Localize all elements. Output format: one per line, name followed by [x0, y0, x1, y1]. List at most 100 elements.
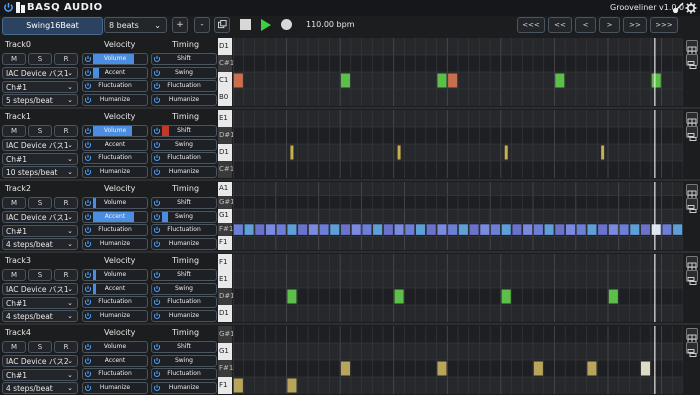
note-cell[interactable]: [287, 378, 297, 393]
note-cell[interactable]: [544, 224, 554, 235]
mute-button[interactable]: M: [2, 269, 26, 281]
nav-back-button[interactable]: <: [575, 17, 596, 33]
midi-device-select[interactable]: IAC Device バス1 ⌄: [2, 67, 78, 79]
note-cell[interactable]: [426, 224, 436, 235]
midi-device-select[interactable]: IAC Device バス1 ⌄: [2, 211, 78, 223]
piano-key[interactable]: F1: [218, 236, 232, 250]
grid-view-button[interactable]: [686, 40, 698, 56]
note-cell[interactable]: [308, 224, 318, 235]
fluctuation-slider[interactable]: Fluctuation: [82, 152, 148, 164]
steps-per-beat-select[interactable]: 4 steps/beat ⌄: [2, 310, 78, 322]
note-cell[interactable]: [651, 73, 661, 88]
note-cell[interactable]: [233, 378, 243, 393]
fluctuation-slider[interactable]: Fluctuation: [82, 80, 148, 92]
note-cell[interactable]: [673, 224, 683, 235]
midi-channel-select[interactable]: Ch#1 ⌄: [2, 153, 78, 165]
shift-slider[interactable]: Shift: [151, 341, 217, 353]
note-cell[interactable]: [533, 224, 543, 235]
note-cell[interactable]: [394, 289, 404, 304]
note-cell[interactable]: [587, 361, 597, 376]
note-cell[interactable]: [244, 224, 254, 235]
beats-select[interactable]: 8 beats ⌄: [104, 17, 167, 33]
note-cell[interactable]: [480, 224, 490, 235]
note-cell[interactable]: [608, 224, 618, 235]
note-cell[interactable]: [490, 224, 501, 235]
remove-beat-button[interactable]: -: [194, 17, 210, 33]
preset-select[interactable]: Swing16Beat: [2, 17, 103, 35]
note-cell[interactable]: [565, 224, 576, 235]
midi-channel-select[interactable]: Ch#1 ⌄: [2, 81, 78, 93]
note-cell[interactable]: [448, 224, 458, 235]
note-cell[interactable]: [437, 73, 447, 88]
note-cell[interactable]: [340, 224, 351, 235]
note-cell[interactable]: [448, 73, 458, 88]
grid-view-button[interactable]: [686, 256, 698, 272]
solo-button[interactable]: S: [28, 53, 52, 65]
note-cell[interactable]: [290, 145, 294, 160]
lane-view-button[interactable]: [686, 198, 698, 213]
piano-key[interactable]: B0: [218, 89, 232, 106]
volume-slider[interactable]: Volume: [82, 197, 148, 209]
note-cell[interactable]: [287, 224, 297, 235]
step-grid[interactable]: [233, 326, 683, 394]
note-cell[interactable]: [287, 289, 297, 304]
note-cell[interactable]: [501, 289, 511, 304]
steps-per-beat-select[interactable]: 4 steps/beat ⌄: [2, 382, 78, 394]
grid-view-button[interactable]: [686, 112, 698, 128]
note-cell[interactable]: [601, 145, 605, 160]
solo-button[interactable]: S: [28, 269, 52, 281]
steps-per-beat-select[interactable]: 4 steps/beat ⌄: [2, 238, 78, 250]
note-cell[interactable]: [608, 289, 618, 304]
step-grid[interactable]: [233, 182, 683, 250]
note-cell[interactable]: [362, 224, 372, 235]
guitar-icon[interactable]: [672, 2, 684, 14]
note-cell[interactable]: [555, 73, 565, 88]
rec-arm-button[interactable]: R: [54, 269, 78, 281]
rec-arm-button[interactable]: R: [54, 197, 78, 209]
solo-button[interactable]: S: [28, 197, 52, 209]
note-cell[interactable]: [255, 224, 265, 235]
note-cell[interactable]: [265, 224, 276, 235]
accent-slider[interactable]: Accent: [82, 66, 148, 79]
note-cell[interactable]: [351, 224, 361, 235]
steps-per-beat-select[interactable]: 10 steps/beat ⌄: [2, 166, 78, 178]
note-cell[interactable]: [662, 224, 672, 235]
stop-button[interactable]: [240, 19, 251, 30]
note-cell[interactable]: [437, 361, 447, 376]
nav-first-button[interactable]: <<<: [517, 17, 545, 33]
piano-key[interactable]: D1: [218, 38, 232, 55]
mute-button[interactable]: M: [2, 197, 26, 209]
piano-key[interactable]: C#1: [218, 55, 234, 72]
note-cell[interactable]: [640, 224, 651, 235]
note-cell[interactable]: [587, 224, 597, 235]
grid-view-button[interactable]: [686, 184, 698, 200]
note-cell[interactable]: [319, 224, 329, 235]
mute-button[interactable]: M: [2, 341, 26, 353]
rec-arm-button[interactable]: R: [54, 341, 78, 353]
rec-arm-button[interactable]: R: [54, 125, 78, 137]
piano-key[interactable]: D1: [218, 144, 232, 161]
note-cell[interactable]: [330, 224, 340, 235]
lane-view-button[interactable]: [686, 342, 698, 357]
steps-per-beat-select[interactable]: 5 steps/beat ⌄: [2, 94, 78, 106]
shift-slider[interactable]: Shift: [151, 125, 217, 137]
shift-slider[interactable]: Shift: [151, 197, 217, 209]
nav-forward-button[interactable]: >: [599, 17, 620, 33]
note-cell[interactable]: [598, 224, 608, 235]
solo-button[interactable]: S: [28, 341, 52, 353]
timing-humanize-slider[interactable]: Humanize: [151, 165, 217, 178]
piano-key[interactable]: C#1: [218, 161, 234, 178]
note-cell[interactable]: [504, 145, 508, 160]
note-cell[interactable]: [340, 73, 351, 88]
accent-slider[interactable]: Accent: [82, 282, 148, 295]
piano-key[interactable]: E1: [218, 110, 232, 127]
timing-fluctuation-slider[interactable]: Fluctuation: [151, 152, 217, 164]
piano-key[interactable]: F#1: [218, 360, 233, 377]
midi-channel-select[interactable]: Ch#1 ⌄: [2, 297, 78, 309]
timing-humanize-slider[interactable]: Humanize: [151, 237, 217, 250]
step-grid[interactable]: [233, 110, 683, 178]
shift-slider[interactable]: Shift: [151, 53, 217, 65]
step-grid[interactable]: [233, 38, 683, 106]
timing-fluctuation-slider[interactable]: Fluctuation: [151, 296, 217, 308]
timing-humanize-slider[interactable]: Humanize: [151, 309, 217, 322]
